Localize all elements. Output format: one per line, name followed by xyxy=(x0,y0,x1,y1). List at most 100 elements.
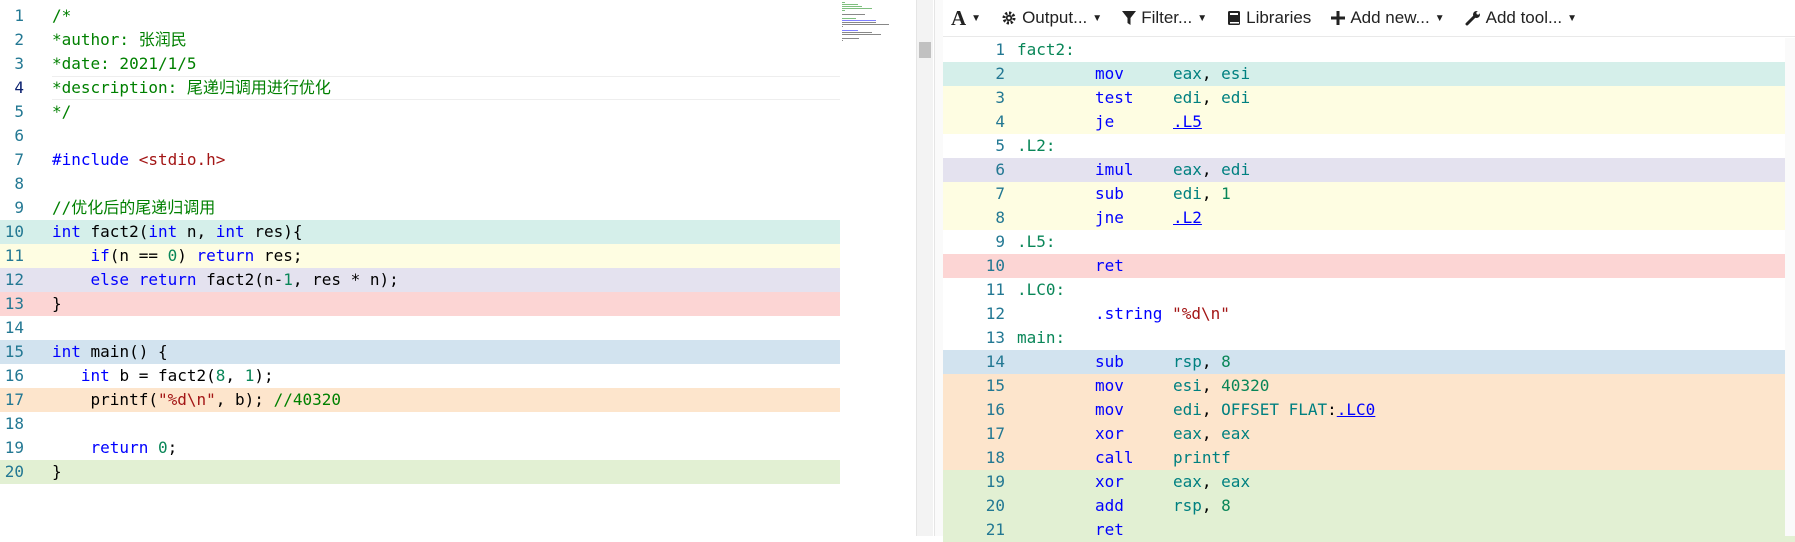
line-number: 17 xyxy=(985,424,1005,443)
code-text: } xyxy=(52,460,840,484)
asm-label-link[interactable]: .L5 xyxy=(1173,112,1202,131)
asm-line[interactable]: 19 xor eax, eax xyxy=(943,470,1795,494)
line-number: 14 xyxy=(4,318,24,337)
code-token: int xyxy=(52,222,81,241)
source-line[interactable]: 2 *author: 张润民 xyxy=(0,28,840,52)
source-line[interactable]: 16 int b = fact2(8, 1); xyxy=(0,364,840,388)
asm-operands: .L2 xyxy=(1173,206,1202,230)
asm-label-link[interactable]: .LC0 xyxy=(1337,400,1376,419)
code-token: ; xyxy=(167,438,178,457)
code-token: n, xyxy=(177,222,216,241)
asm-line[interactable]: 14 sub rsp, 8 xyxy=(943,350,1795,374)
scrollbar-thumb[interactable] xyxy=(919,42,931,58)
asm-label: fact2: xyxy=(1017,40,1075,59)
source-line[interactable]: 20} xyxy=(0,460,840,484)
add-tool-label: Add tool... xyxy=(1485,8,1563,27)
asm-line[interactable]: 18 call printf xyxy=(943,446,1795,470)
code-token: "%d\n" xyxy=(157,390,216,409)
wrench-icon xyxy=(1465,10,1481,26)
asm-line[interactable]: 11 .LC0: xyxy=(943,278,1795,302)
asm-line[interactable]: 10 ret xyxy=(943,254,1795,278)
source-line[interactable]: 12 else return fact2(n-1, res * n); xyxy=(0,268,840,292)
line-number: 20 xyxy=(4,462,24,481)
asm-line[interactable]: 16 mov edi, OFFSET FLAT:.LC0 xyxy=(943,398,1795,422)
output-button[interactable]: Output... ▼ xyxy=(993,3,1110,33)
source-line[interactable]: 11 if(n == 0) return res; xyxy=(0,244,840,268)
source-editor-pane[interactable]: 1 /* 2 *author: 张润民 3 *date: 2021/1/5 4 *descri… xyxy=(0,0,915,536)
filter-button[interactable]: Filter... ▼ xyxy=(1114,3,1215,33)
asm-operand: 1 xyxy=(1221,184,1231,203)
code-token: *date: 2021/1/5 xyxy=(52,54,197,73)
asm-line[interactable]: 13 main: xyxy=(943,326,1795,350)
libraries-button[interactable]: Libraries xyxy=(1219,3,1319,33)
asm-line[interactable]: 3 test edi, edi xyxy=(943,86,1795,110)
source-line[interactable]: 15 int main() { xyxy=(0,340,840,364)
source-line[interactable]: 13} xyxy=(0,292,840,316)
source-line[interactable]: 8 xyxy=(0,172,840,196)
asm-operand: eax xyxy=(1173,424,1202,443)
asm-operand: , xyxy=(1201,376,1222,395)
plus-icon xyxy=(1331,11,1346,25)
line-number: 1 xyxy=(14,6,24,25)
asm-line[interactable]: 12 .string "%d\n" xyxy=(943,302,1795,326)
line-number: 6 xyxy=(995,160,1005,179)
minimap-line xyxy=(842,10,845,11)
source-line[interactable]: 14 xyxy=(0,316,840,340)
line-number: 2 xyxy=(995,64,1005,83)
code-token: return xyxy=(90,438,149,457)
asm-operand: esi xyxy=(1221,64,1251,83)
asm-line[interactable]: 9 .L5: xyxy=(943,230,1795,254)
source-line[interactable]: 17 printf("%d\n", b); //40320 xyxy=(0,388,840,412)
code-token: else xyxy=(90,270,130,289)
asm-line[interactable]: 4 je .L5 xyxy=(943,110,1795,134)
asm-line[interactable]: 15 mov esi, 40320 xyxy=(943,374,1795,398)
line-number: 8 xyxy=(14,174,24,193)
line-number: 19 xyxy=(985,472,1005,491)
asm-line[interactable]: 6 imul eax, edi xyxy=(943,158,1795,182)
line-number: 16 xyxy=(985,400,1005,419)
compiler-output-pane[interactable]: A ▼ Output... ▼ Filter... ▼ Libraries Ad… xyxy=(943,0,1795,542)
code-text: printf("%d\n", b); //40320 xyxy=(52,388,840,412)
editor-minimap[interactable] xyxy=(842,0,914,60)
source-editor-scrollbar[interactable] xyxy=(916,0,933,536)
asm-operands: rsp, 8 xyxy=(1173,350,1231,374)
code-token: int xyxy=(52,342,81,361)
source-line[interactable]: 6 xyxy=(0,124,840,148)
asm-operand: , xyxy=(1201,400,1222,419)
gear-icon xyxy=(1001,10,1017,26)
asm-line[interactable]: 7 sub edi, 1 xyxy=(943,182,1795,206)
source-line[interactable]: 7 #include <stdio.h> xyxy=(0,148,840,172)
line-number: 15 xyxy=(4,342,24,361)
asm-label-link[interactable]: .L2 xyxy=(1173,208,1202,227)
font-size-button[interactable]: A ▼ xyxy=(943,3,989,33)
code-text: return 0; xyxy=(52,436,840,460)
code-text: if(n == 0) return res; xyxy=(52,244,840,268)
asm-line[interactable]: 5 .L2: xyxy=(943,134,1795,158)
asm-line[interactable]: 1 fact2: xyxy=(943,38,1795,62)
asm-operands: eax, eax xyxy=(1173,422,1250,446)
line-number: 9 xyxy=(14,198,24,217)
asm-line[interactable]: 20 add rsp, 8 xyxy=(943,494,1795,518)
asm-line[interactable]: 8 jne .L2 xyxy=(943,206,1795,230)
source-line[interactable]: 5 */ xyxy=(0,100,840,124)
minimap-line xyxy=(842,32,872,33)
line-number: 13 xyxy=(985,328,1005,347)
source-line[interactable]: 19 return 0; xyxy=(0,436,840,460)
source-line[interactable]: 9 //优化后的尾递归调用 xyxy=(0,196,840,220)
asm-line[interactable]: 2 mov eax, esi xyxy=(943,62,1795,86)
source-line[interactable]: 3 *date: 2021/1/5 xyxy=(0,52,840,76)
line-number: 18 xyxy=(4,414,24,433)
asm-operand: , xyxy=(1201,472,1222,491)
add-new-button[interactable]: Add new... ▼ xyxy=(1323,3,1452,33)
source-line[interactable]: 1 /* xyxy=(0,4,840,28)
asm-line[interactable]: 21 ret xyxy=(943,518,1795,542)
source-line[interactable]: 4 *description: 尾递归调用进行优化 xyxy=(0,76,840,100)
add-tool-button[interactable]: Add tool... ▼ xyxy=(1457,3,1585,33)
asm-line[interactable]: 17 xor eax, eax xyxy=(943,422,1795,446)
source-line[interactable]: 10 int fact2(int n, int res){ xyxy=(0,220,840,244)
code-token: 0 xyxy=(157,438,168,457)
assembly-output-scrollbar[interactable] xyxy=(1785,38,1795,536)
source-line[interactable]: 18 xyxy=(0,412,840,436)
code-token: //优化后的尾递归调用 xyxy=(52,198,216,217)
